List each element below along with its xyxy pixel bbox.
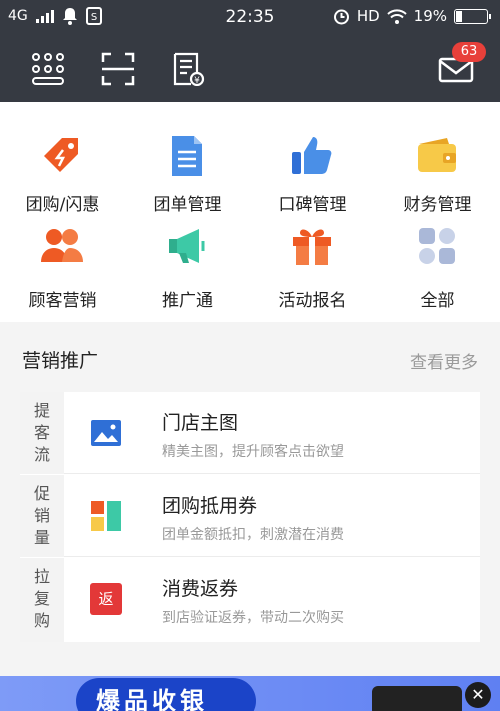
promo-item-store-image[interactable]: 门店主图 精美主图，提升顾客点击欲望 bbox=[64, 392, 480, 474]
view-more-link[interactable]: 查看更多 bbox=[410, 348, 478, 373]
top-toolbar: ¥ 63 bbox=[0, 34, 500, 102]
apps-grid-icon[interactable] bbox=[31, 52, 65, 86]
tag-label: 拉复购 bbox=[33, 567, 50, 630]
grid-item-finance[interactable]: 财务管理 bbox=[375, 102, 500, 215]
thumbs-up-icon bbox=[292, 137, 332, 174]
wallet-icon bbox=[418, 138, 456, 172]
megaphone-icon bbox=[169, 229, 205, 263]
hd-label: HD bbox=[356, 7, 380, 25]
promo-subtitle: 精美主图，提升顾客点击欲望 bbox=[162, 444, 344, 460]
image-icon bbox=[91, 420, 121, 446]
feature-grid: 团购/闪惠 团单管理 口碑管理 财务管理 顾客营销 推广通 活动报名 全部 bbox=[0, 102, 500, 322]
cashback-icon-text: 返 bbox=[98, 590, 114, 608]
tag-label: 提客流 bbox=[33, 401, 50, 464]
promo-title: 团购抵用券 bbox=[162, 495, 258, 517]
document-icon bbox=[172, 136, 202, 176]
svg-text:¥: ¥ bbox=[194, 76, 200, 86]
all-apps-icon bbox=[419, 228, 455, 264]
battery-icon bbox=[454, 8, 491, 24]
message-count-badge: 63 bbox=[452, 42, 486, 62]
tag-repurchase: 拉复购 bbox=[20, 558, 64, 642]
tag-traffic: 提客流 bbox=[20, 392, 64, 474]
wifi-icon bbox=[386, 8, 407, 24]
promo-banner[interactable]: 爆品收银 ✕ bbox=[0, 676, 500, 711]
promotion-list: 提客流 促销量 拉复购 门店主图 精美主图，提升顾客点击欲望 团购抵用券 团单金… bbox=[20, 392, 480, 642]
price-tag-icon bbox=[44, 138, 78, 172]
gift-icon bbox=[293, 229, 331, 265]
promo-title: 消费返券 bbox=[162, 578, 239, 600]
status-bar: 4G S 22:35 HD 19% bbox=[0, 0, 500, 34]
status-right: HD 19% bbox=[333, 7, 491, 25]
banner-title: 爆品收银 bbox=[76, 678, 256, 711]
alarm-icon bbox=[333, 9, 349, 24]
voucher-icon bbox=[91, 501, 121, 531]
tag-label: 促销量 bbox=[33, 484, 50, 547]
tag-sales: 促销量 bbox=[20, 475, 64, 557]
marketing-section-header: 营销推广 查看更多 bbox=[0, 330, 500, 386]
grid-item-groupbuy[interactable]: 团购/闪惠 bbox=[0, 102, 125, 215]
grid-item-deals[interactable]: 团单管理 bbox=[125, 102, 250, 215]
promo-item-cashback[interactable]: 返 消费返券 到店验证返券，带动二次购买 bbox=[64, 558, 480, 640]
promo-subtitle: 到店验证返券，带动二次购买 bbox=[162, 610, 344, 626]
grid-label: 活动报名 bbox=[278, 291, 347, 311]
grid-item-customer-marketing[interactable]: 顾客营销 bbox=[0, 202, 125, 311]
bill-icon[interactable]: ¥ bbox=[171, 52, 205, 86]
cashback-icon: 返 bbox=[90, 583, 122, 615]
close-icon[interactable]: ✕ bbox=[465, 682, 491, 708]
grid-item-all[interactable]: 全部 bbox=[375, 202, 500, 311]
battery-percent: 19% bbox=[413, 7, 447, 25]
promo-subtitle: 团单金额抵扣，刺激潜在消费 bbox=[162, 527, 344, 543]
grid-label: 顾客营销 bbox=[28, 291, 97, 311]
grid-label: 推广通 bbox=[162, 291, 213, 311]
grid-item-promotion[interactable]: 推广通 bbox=[125, 202, 250, 311]
scan-icon[interactable] bbox=[101, 52, 135, 86]
promo-title: 门店主图 bbox=[162, 412, 239, 434]
people-icon bbox=[41, 229, 83, 262]
grid-item-reputation[interactable]: 口碑管理 bbox=[250, 102, 375, 215]
pos-device-image bbox=[372, 686, 462, 711]
grid-label: 全部 bbox=[420, 291, 455, 311]
promo-item-voucher[interactable]: 团购抵用券 团单金额抵扣，刺激潜在消费 bbox=[64, 475, 480, 557]
section-title: 营销推广 bbox=[22, 350, 99, 372]
grid-item-events[interactable]: 活动报名 bbox=[250, 202, 375, 311]
